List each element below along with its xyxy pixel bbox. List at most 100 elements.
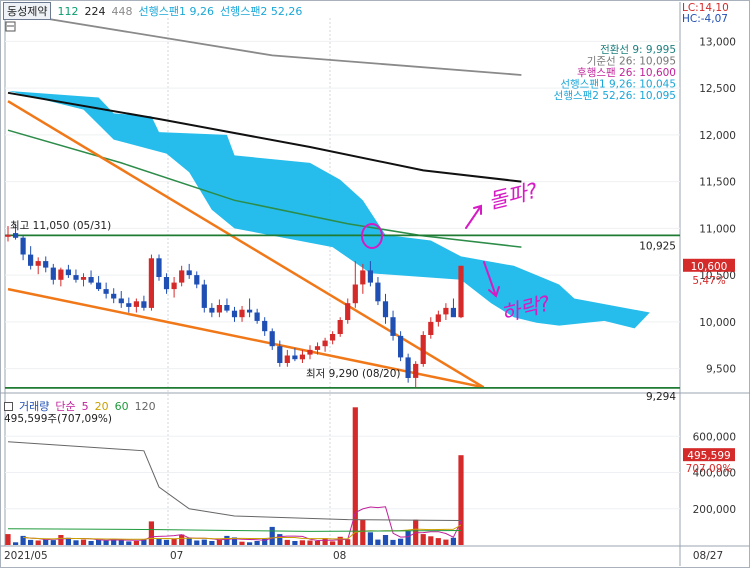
candle-body (284, 355, 290, 363)
price-tick-label: 11,000 (699, 223, 736, 235)
candle-body (28, 254, 34, 266)
hc-value: HC:-4,07 (682, 13, 728, 25)
volume-bar (330, 541, 336, 545)
volume-bar (360, 519, 366, 545)
x-tick-label: 08 (333, 550, 346, 562)
volume-bar (292, 541, 298, 545)
stock-chart: 9,50010,00010,50011,00011,50012,00012,50… (0, 2, 750, 566)
span1-header-label: 선행스팬1 9,26 (138, 5, 214, 18)
trendline-lower (7, 287, 484, 389)
candle-body (299, 354, 305, 360)
volume-bar (209, 541, 215, 545)
volume-ma5-line (23, 506, 462, 542)
candle-body (375, 282, 381, 302)
price-tick-label: 9,500 (706, 364, 736, 376)
candle-body (209, 307, 215, 313)
volume-bar (420, 534, 426, 545)
volume-bar (216, 539, 222, 545)
candle-body (133, 301, 139, 307)
corner-readout: LC:14,10 HC:-4,07 (682, 3, 729, 25)
candle-body (224, 305, 230, 311)
volume-bar (156, 538, 162, 545)
volume-bar (398, 538, 404, 545)
volume-tick-label: 200,000 (693, 504, 736, 516)
volume-bar (28, 539, 34, 545)
candle-body (352, 284, 358, 304)
candle-body (80, 277, 87, 280)
candle-body (435, 314, 441, 322)
volume-bar (254, 541, 260, 545)
candle-body (58, 269, 64, 280)
span2-header-label: 선행스팬2 52,26 (219, 5, 303, 18)
volume-bar (148, 521, 154, 545)
candle-body (156, 258, 162, 277)
candle-body (171, 282, 177, 290)
legend-lagging: 후행스팬 26: 10,600 (577, 67, 676, 79)
volume-bar (35, 540, 41, 545)
candle-body (450, 307, 456, 318)
collapse-icon[interactable] (4, 401, 13, 411)
candle-body (103, 289, 109, 294)
candle-body (73, 275, 79, 280)
candle-body (179, 270, 185, 283)
hline-lower-label: 9,294 (646, 391, 676, 403)
volume-bar (126, 541, 132, 545)
current-price-label: 10,600 (691, 261, 728, 273)
candle-body (337, 320, 343, 334)
candle-body (330, 334, 336, 341)
candle-body (247, 309, 253, 313)
volume-bar (382, 535, 389, 545)
x-tick-label: 08/27 (693, 550, 723, 562)
volume-bar (88, 541, 94, 545)
price-tick-label: 12,000 (699, 130, 736, 142)
volume-bar (435, 538, 441, 545)
candle-body (428, 321, 434, 335)
volume-bar (13, 542, 19, 545)
candle-body (20, 237, 26, 255)
legend-span2: 선행스팬2 52,26: 10,095 (554, 90, 676, 102)
volume-subtitle: 495,599주(707,09%) (4, 413, 112, 425)
hline-upper-label: 10,925 (639, 240, 676, 252)
current-pct-label: 5,47% (692, 275, 725, 287)
candle-body (163, 277, 170, 290)
candle-body (262, 320, 268, 332)
volume-bar (179, 534, 185, 545)
price-tick-label: 13,000 (699, 36, 736, 48)
volume-bar (80, 539, 87, 545)
volume-bar (352, 407, 358, 546)
volume-bar (314, 541, 321, 545)
candle-body (458, 265, 464, 318)
candle-body (345, 303, 351, 320)
volume-bar (224, 535, 230, 545)
volume-bar (337, 536, 343, 545)
candle-body (367, 270, 373, 283)
volume-tick-label: 600,000 (693, 431, 736, 443)
volume-bar (405, 530, 411, 545)
volume-bar (73, 540, 79, 545)
ma-112-label: 112 (57, 4, 79, 18)
low-annotation: 최저 9,290 (08/20) (306, 368, 401, 380)
volume-bar (58, 535, 64, 545)
candle-body (186, 270, 192, 276)
ma-448-label: 448 (111, 4, 133, 18)
price-tick-label: 11,500 (699, 177, 736, 189)
candle-body (314, 346, 321, 350)
candle-body (111, 293, 117, 299)
volume-bar (186, 537, 192, 546)
volume-bar (171, 538, 177, 545)
candle-body (231, 310, 238, 318)
stock-name-box[interactable]: 동성제약 (3, 2, 52, 20)
volume-bar (277, 534, 283, 545)
volume-bar (450, 537, 456, 546)
volume-bar (194, 540, 200, 545)
candle-body (307, 349, 313, 355)
x-tick-label: 07 (170, 550, 183, 562)
high-annotation: 최고 11,050 (05/31) (10, 220, 111, 232)
ma-224-label: 224 (84, 4, 106, 18)
volume-bar (43, 539, 49, 545)
candle-body (292, 355, 298, 360)
candle-body (413, 363, 419, 378)
handwritten-up-text: 돌파? (486, 178, 540, 213)
legend-span1: 선행스팬1 9,26: 10,045 (560, 79, 676, 91)
candle-body (322, 340, 328, 347)
